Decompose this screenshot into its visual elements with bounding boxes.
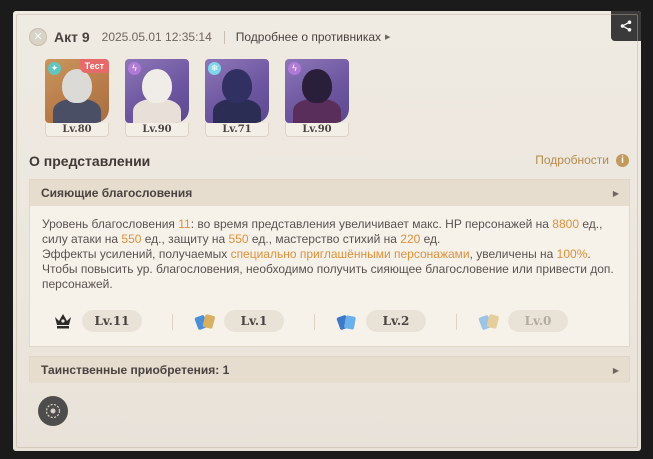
mystery-acquisitions-header[interactable]: Таинственные приобретения: 1 ▶: [30, 357, 629, 383]
desc-value: 550: [121, 232, 142, 246]
character-portrait: ✦ Тест: [45, 59, 109, 123]
enemies-details-link[interactable]: Подробнее о противниках ▶: [236, 30, 391, 44]
header-divider: [223, 30, 225, 44]
blessing-level-item: Lv.11: [30, 310, 172, 332]
act-title: Акт 9: [54, 29, 90, 45]
desc-value: 550: [228, 232, 249, 246]
enemies-link-label: Подробнее о противниках: [235, 30, 382, 44]
desc-text: : во время представления увеличивает мак…: [190, 217, 553, 231]
radiant-blessings-panel: Сияющие благословения ▶ Уровень благосло…: [29, 179, 630, 347]
desc-text: Уровень благословения: [42, 217, 179, 231]
close-circle-icon: ✕: [29, 28, 47, 46]
chevron-right-icon: ▶: [612, 188, 619, 198]
blessing-level-item: Lv.2: [314, 310, 456, 332]
character-portrait: ❄: [205, 59, 269, 123]
blessing-level-item: Lv.0: [456, 310, 598, 332]
character-portrait: ϟ: [125, 59, 189, 123]
details-link-label: Подробности: [535, 153, 609, 167]
info-icon: i: [616, 153, 629, 167]
faded-cards-icon: [478, 310, 500, 332]
desc-value: 8800: [552, 217, 579, 231]
blessing-description: Уровень благословения 11: во время предс…: [30, 206, 629, 292]
blessing-level-value: Lv.0: [508, 310, 568, 332]
blessing-level-item: Lv.1: [172, 310, 314, 332]
character-level: Lv.80: [45, 123, 109, 137]
character-card[interactable]: ❄ Lv.71: [205, 59, 269, 137]
desc-text: .: [587, 247, 591, 261]
character-card[interactable]: ϟ Lv.90: [285, 59, 349, 137]
mystery-acquisitions-panel: Таинственные приобретения: 1 ▶: [29, 356, 630, 383]
character-level: Lv.71: [205, 123, 269, 137]
desc-text: Эффекты усилений, получаемых: [42, 247, 231, 261]
character-card[interactable]: ✦ Тест Lv.80: [45, 59, 109, 137]
share-button[interactable]: [611, 11, 641, 41]
desc-value: 100%: [556, 247, 588, 261]
desc-text: ед., мастерство стихий на: [248, 232, 401, 246]
character-level: Lv.90: [285, 123, 349, 137]
desc-value: 11: [178, 217, 191, 231]
party-avatars: ✦ Тест Lv.80 ϟ Lv.90 ❄ Lv.71 ϟ Lv.90: [45, 59, 365, 137]
panel-title: Таинственные приобретения: 1: [41, 363, 230, 377]
desc-text: ед.: [420, 232, 441, 246]
character-card[interactable]: ϟ Lv.90: [125, 59, 189, 137]
portrait-head: [302, 69, 332, 103]
blessing-level-value: Lv.1: [224, 310, 284, 332]
chevron-right-icon: ▶: [612, 365, 619, 375]
performance-section-title: О представлении: [29, 153, 151, 169]
record-header: ✕ Акт 9 2025.05.01 12:35:14 Подробнее о …: [29, 27, 390, 47]
desc-text: Чтобы повысить ур. благословения, необхо…: [42, 262, 614, 291]
electro-element-icon: ϟ: [128, 62, 141, 75]
blessing-levels-row: Lv.11 Lv.1 Lv.2 Lv.0: [30, 310, 629, 332]
desc-text: , увеличены на: [469, 247, 557, 261]
cryo-element-icon: ❄: [208, 62, 221, 75]
portrait-head: [222, 69, 252, 103]
character-level: Lv.90: [125, 123, 189, 137]
blue-cards-icon: [336, 310, 358, 332]
blessing-level-value: Lv.2: [366, 310, 426, 332]
portrait-head: [142, 69, 172, 103]
stage-record-card: ✕ Акт 9 2025.05.01 12:35:14 Подробнее о …: [13, 11, 641, 451]
blue-gold-cards-icon: [194, 310, 216, 332]
anemo-element-icon: ✦: [48, 62, 61, 75]
share-icon: [620, 20, 632, 32]
desc-value: 220: [400, 232, 421, 246]
panel-title: Сияющие благословения: [41, 186, 193, 200]
test-badge: Тест: [79, 59, 109, 73]
crown-icon: [52, 310, 74, 332]
desc-text: ед., защиту на: [141, 232, 229, 246]
portrait-head: [62, 69, 92, 103]
radiant-blessings-header[interactable]: Сияющие благословения ▶: [30, 180, 629, 206]
emblem-button[interactable]: [38, 396, 68, 426]
desc-value: специально приглашёнными персонажами: [230, 247, 470, 261]
round-emblem-icon: [45, 403, 61, 419]
performance-details-link[interactable]: Подробности i: [535, 153, 629, 167]
record-datetime: 2025.05.01 12:35:14: [101, 30, 212, 44]
character-portrait: ϟ: [285, 59, 349, 123]
electro-element-icon: ϟ: [288, 62, 301, 75]
chevron-right-icon: ▶: [385, 34, 391, 41]
blessing-level-value: Lv.11: [82, 310, 142, 332]
